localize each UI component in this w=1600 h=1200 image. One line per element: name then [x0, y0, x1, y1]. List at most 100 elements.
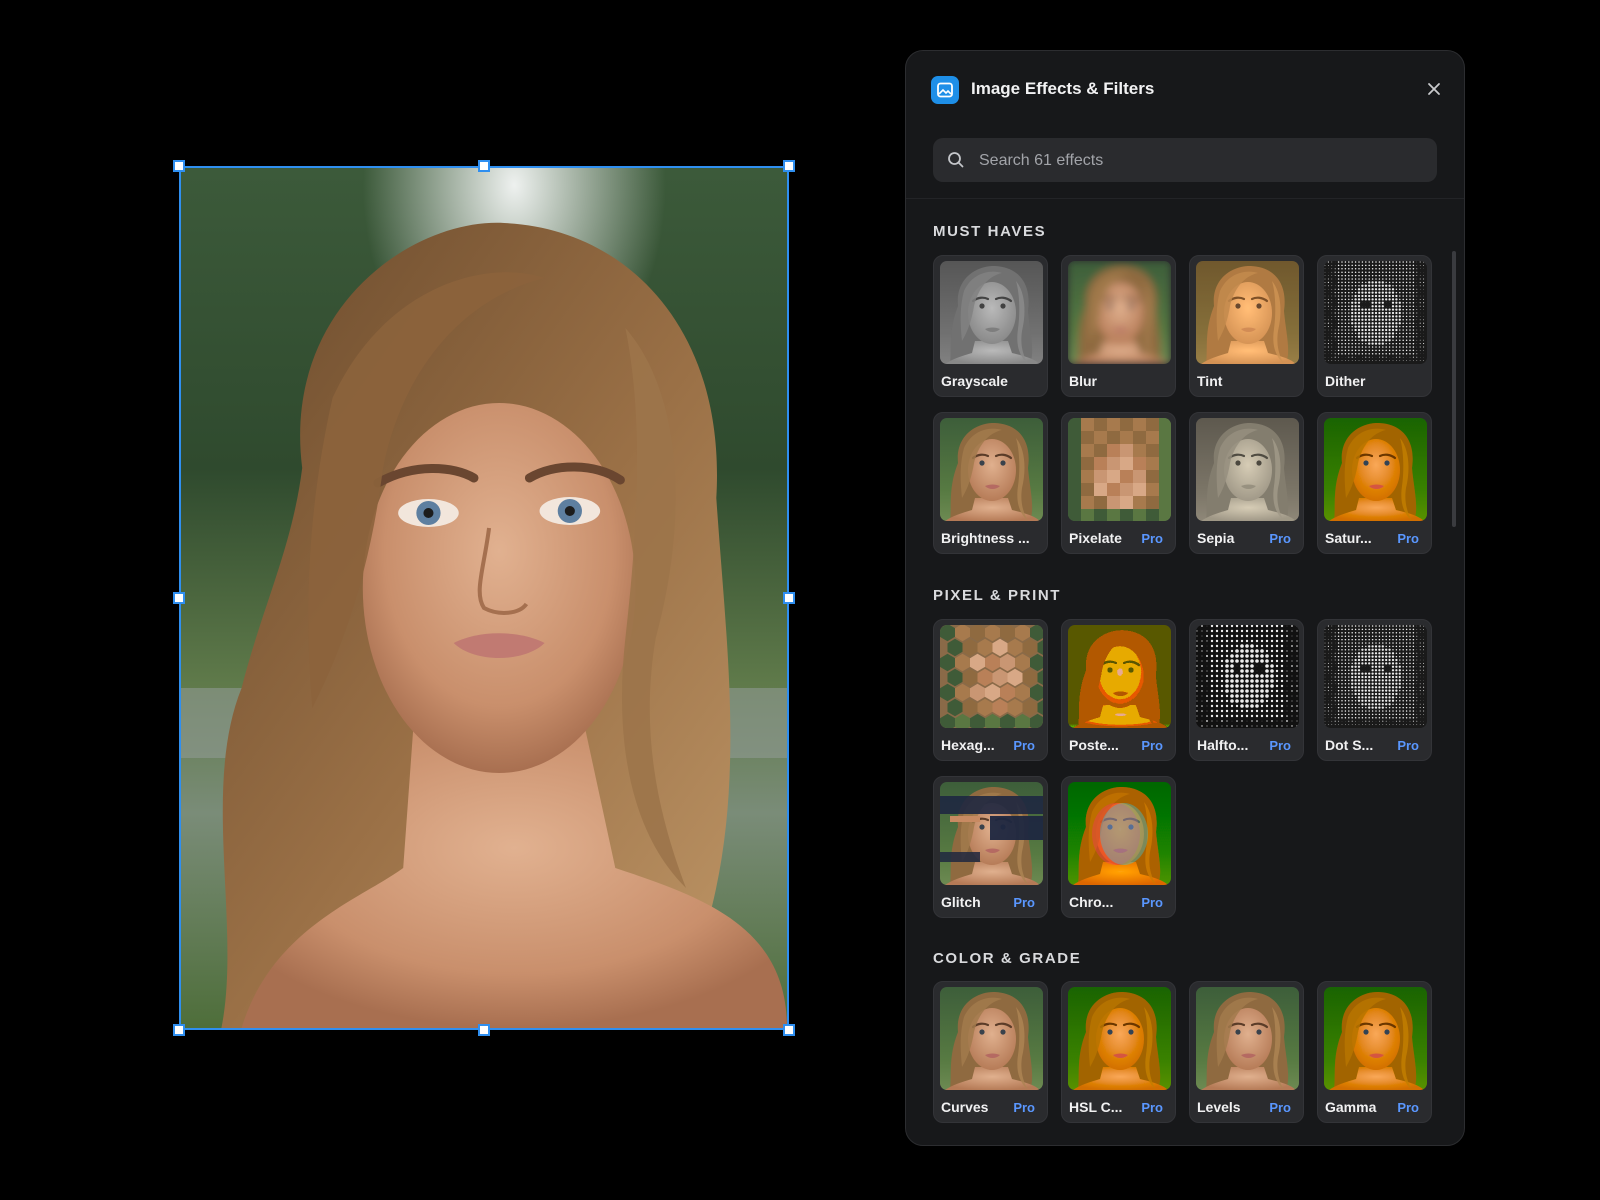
effect-card[interactable]: Tint: [1189, 255, 1304, 397]
effect-thumbnail: [940, 418, 1043, 521]
effect-card[interactable]: HSL C... Pro: [1061, 981, 1176, 1123]
effect-thumbnail-image: [1196, 261, 1299, 364]
effect-card[interactable]: Sepia Pro: [1189, 412, 1304, 554]
resize-handle-bottom-right[interactable]: [783, 1024, 795, 1036]
effect-thumbnail: [1068, 418, 1171, 521]
effect-card[interactable]: Chro... Pro: [1061, 776, 1176, 918]
pro-badge: Pro: [1141, 738, 1163, 753]
effect-thumbnail-image: [1068, 261, 1171, 364]
selected-photo[interactable]: [179, 166, 789, 1030]
effect-label: HSL C...: [1069, 1099, 1123, 1115]
effect-thumbnail-image: [1324, 418, 1427, 521]
resize-handle-top-right[interactable]: [783, 160, 795, 172]
effect-label: Sepia: [1197, 530, 1235, 546]
effect-card[interactable]: Levels Pro: [1189, 981, 1304, 1123]
effect-card[interactable]: Curves Pro: [933, 981, 1048, 1123]
pro-badge: Pro: [1141, 531, 1163, 546]
pro-badge: Pro: [1269, 738, 1291, 753]
effect-thumbnail-image: [1196, 418, 1299, 521]
effect-label: Hexag...: [941, 737, 995, 753]
panel-header: Image Effects & Filters: [906, 51, 1464, 123]
effect-label: Glitch: [941, 894, 981, 910]
effect-thumbnail-image: [1324, 261, 1427, 364]
effect-card[interactable]: Dither: [1317, 255, 1432, 397]
effect-thumbnail: [1196, 987, 1299, 1090]
pro-badge: Pro: [1397, 738, 1419, 753]
effect-card[interactable]: Gamma Pro: [1317, 981, 1432, 1123]
portrait-photo: [181, 168, 787, 1028]
effect-card[interactable]: Brightness ...: [933, 412, 1048, 554]
pro-badge: Pro: [1013, 895, 1035, 910]
effect-thumbnail-image: [1324, 987, 1427, 1090]
effect-label: Tint: [1197, 373, 1223, 389]
effect-thumbnail-image: [940, 418, 1043, 521]
effect-thumbnail-image: [1196, 987, 1299, 1090]
effect-label: Grayscale: [941, 373, 1008, 389]
effect-thumbnail-image: [1324, 625, 1427, 728]
effect-thumbnail: [940, 782, 1043, 885]
effect-thumbnail: [1196, 625, 1299, 728]
effect-card[interactable]: Pixelate Pro: [1061, 412, 1176, 554]
effect-card[interactable]: Dot S... Pro: [1317, 619, 1432, 761]
pro-badge: Pro: [1141, 895, 1163, 910]
effect-thumbnail: [1324, 987, 1427, 1090]
effect-thumbnail: [1068, 782, 1171, 885]
effect-label: Levels: [1197, 1099, 1241, 1115]
effect-thumbnail: [1196, 261, 1299, 364]
pro-badge: Pro: [1269, 1100, 1291, 1115]
effect-thumbnail: [1068, 625, 1171, 728]
resize-handle-top[interactable]: [478, 160, 490, 172]
pro-badge: Pro: [1013, 1100, 1035, 1115]
effect-card[interactable]: Hexag... Pro: [933, 619, 1048, 761]
effect-card[interactable]: Satur... Pro: [1317, 412, 1432, 554]
section-title-pixel-print: PIXEL & PRINT: [933, 587, 1062, 604]
effect-card[interactable]: Glitch Pro: [933, 776, 1048, 918]
pro-badge: Pro: [1141, 1100, 1163, 1115]
effect-thumbnail: [940, 987, 1043, 1090]
effect-thumbnail-image: [940, 261, 1043, 364]
pro-badge: Pro: [1269, 531, 1291, 546]
effect-thumbnail-image: [1068, 418, 1171, 521]
section-title-must-haves: MUST HAVES: [933, 223, 1047, 240]
effect-label: Brightness ...: [941, 530, 1030, 546]
resize-handle-right[interactable]: [783, 592, 795, 604]
close-button[interactable]: [1422, 77, 1446, 101]
effect-thumbnail: [940, 261, 1043, 364]
panel-title: Image Effects & Filters: [971, 79, 1155, 98]
effect-thumbnail: [1068, 261, 1171, 364]
effect-thumbnail: [1324, 625, 1427, 728]
effect-card[interactable]: Grayscale: [933, 255, 1048, 397]
effects-list[interactable]: MUST HAVES Grayscale Blur Tint Dither Br…: [906, 199, 1464, 1145]
effect-card[interactable]: Poste... Pro: [1061, 619, 1176, 761]
resize-handle-bottom-left[interactable]: [173, 1024, 185, 1036]
effect-thumbnail-image: [940, 782, 1043, 885]
effect-thumbnail: [1324, 261, 1427, 364]
effect-thumbnail-image: [1068, 782, 1171, 885]
effects-panel: Image Effects & Filters MUST HAVES Grays…: [905, 50, 1465, 1146]
effect-label: Curves: [941, 1099, 989, 1115]
close-icon: [1428, 83, 1440, 95]
effect-thumbnail-image: [1196, 625, 1299, 728]
effect-label: Blur: [1069, 373, 1097, 389]
effect-thumbnail: [1196, 418, 1299, 521]
resize-handle-bottom[interactable]: [478, 1024, 490, 1036]
search-box: [933, 138, 1437, 184]
search-input[interactable]: [977, 138, 1421, 184]
resize-handle-left[interactable]: [173, 592, 185, 604]
effect-card[interactable]: Blur: [1061, 255, 1176, 397]
image-icon: [931, 76, 959, 104]
effect-label: Halfto...: [1197, 737, 1249, 753]
effect-card[interactable]: Halfto... Pro: [1189, 619, 1304, 761]
effect-label: Pixelate: [1069, 530, 1122, 546]
effect-thumbnail-image: [940, 625, 1043, 728]
effect-label: Dither: [1325, 373, 1366, 389]
effect-label: Dot S...: [1325, 737, 1374, 753]
effect-thumbnail-image: [940, 987, 1043, 1090]
resize-handle-top-left[interactable]: [173, 160, 185, 172]
effect-label: Poste...: [1069, 737, 1119, 753]
effect-thumbnail: [940, 625, 1043, 728]
effect-thumbnail: [1068, 987, 1171, 1090]
pro-badge: Pro: [1013, 738, 1035, 753]
effect-label: Gamma: [1325, 1099, 1377, 1115]
scrollbar[interactable]: [1452, 251, 1456, 527]
